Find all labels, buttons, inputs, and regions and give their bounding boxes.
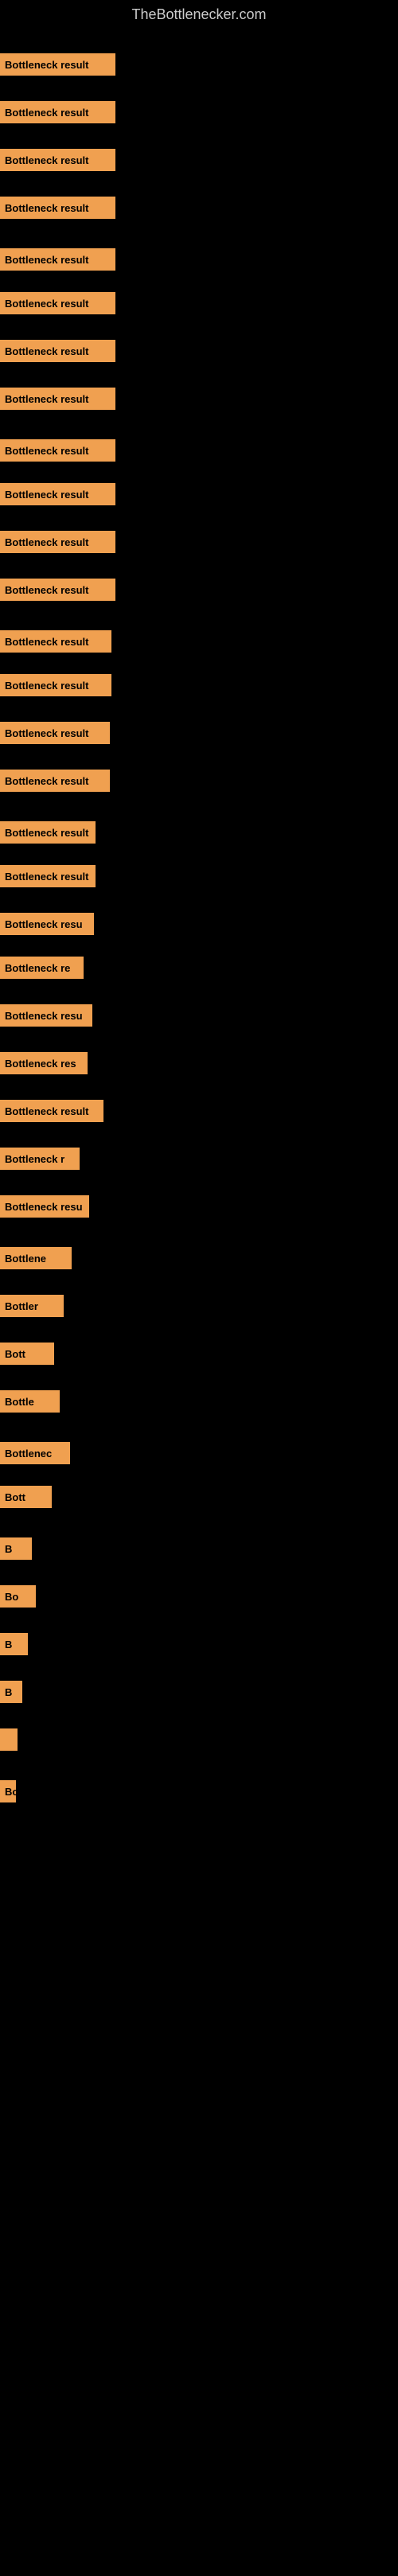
bottleneck-bar: Bottleneck result	[0, 292, 115, 314]
bottleneck-bar: Bottleneck result	[0, 674, 111, 696]
bottleneck-bar: Bottleneck result	[0, 197, 115, 219]
bottleneck-bar: Bottleneck result	[0, 821, 96, 844]
bottleneck-bar: Bottleneck result	[0, 1100, 103, 1122]
bottleneck-bar: Bottleneck result	[0, 531, 115, 553]
bottleneck-bar: Bottleneck result	[0, 439, 115, 462]
bottleneck-bar: Bottleneck result	[0, 340, 115, 362]
bottleneck-bar: Bottleneck result	[0, 770, 110, 792]
bottleneck-bar	[0, 1728, 18, 1751]
bottleneck-bar: Bottleneck result	[0, 101, 115, 123]
bottleneck-bar: Bottleneck result	[0, 248, 115, 271]
bottleneck-bar: Bottleneck result	[0, 149, 115, 171]
bottleneck-bar: Bottleneck result	[0, 865, 96, 887]
bottleneck-bar: Bottleneck re	[0, 957, 84, 979]
bottleneck-bar: Bottleneck res	[0, 1052, 88, 1074]
bottleneck-bar: Bottleneck resu	[0, 913, 94, 935]
bottleneck-bar: Bo	[0, 1585, 36, 1608]
bottleneck-bar: B	[0, 1681, 22, 1703]
site-title: TheBottlenecker.com	[0, 0, 398, 29]
bottleneck-bar: Bottleneck result	[0, 483, 115, 505]
bottleneck-bar: Bottleneck resu	[0, 1004, 92, 1027]
bottleneck-bar: Bottler	[0, 1295, 64, 1317]
bottleneck-bar: Bott	[0, 1486, 52, 1508]
bottleneck-bar: Bottleneck result	[0, 722, 110, 744]
bottleneck-bar: Bottleneck r	[0, 1148, 80, 1170]
bottleneck-bar: Bottleneck result	[0, 579, 115, 601]
bottleneck-bar: Bottlenec	[0, 1442, 70, 1464]
bottleneck-bar: B	[0, 1633, 28, 1655]
bottleneck-bar: Bottle	[0, 1390, 60, 1413]
bottleneck-bar: Bott	[0, 1343, 54, 1365]
bottleneck-bar: Bottlene	[0, 1247, 72, 1269]
bottleneck-bar: B	[0, 1537, 32, 1560]
bottleneck-bar: Bottleneck result	[0, 53, 115, 76]
bottleneck-bar: Bo	[0, 1780, 16, 1802]
bottleneck-bar: Bottleneck result	[0, 630, 111, 653]
bottleneck-bar: Bottleneck result	[0, 388, 115, 410]
bottleneck-bar: Bottleneck resu	[0, 1195, 89, 1218]
